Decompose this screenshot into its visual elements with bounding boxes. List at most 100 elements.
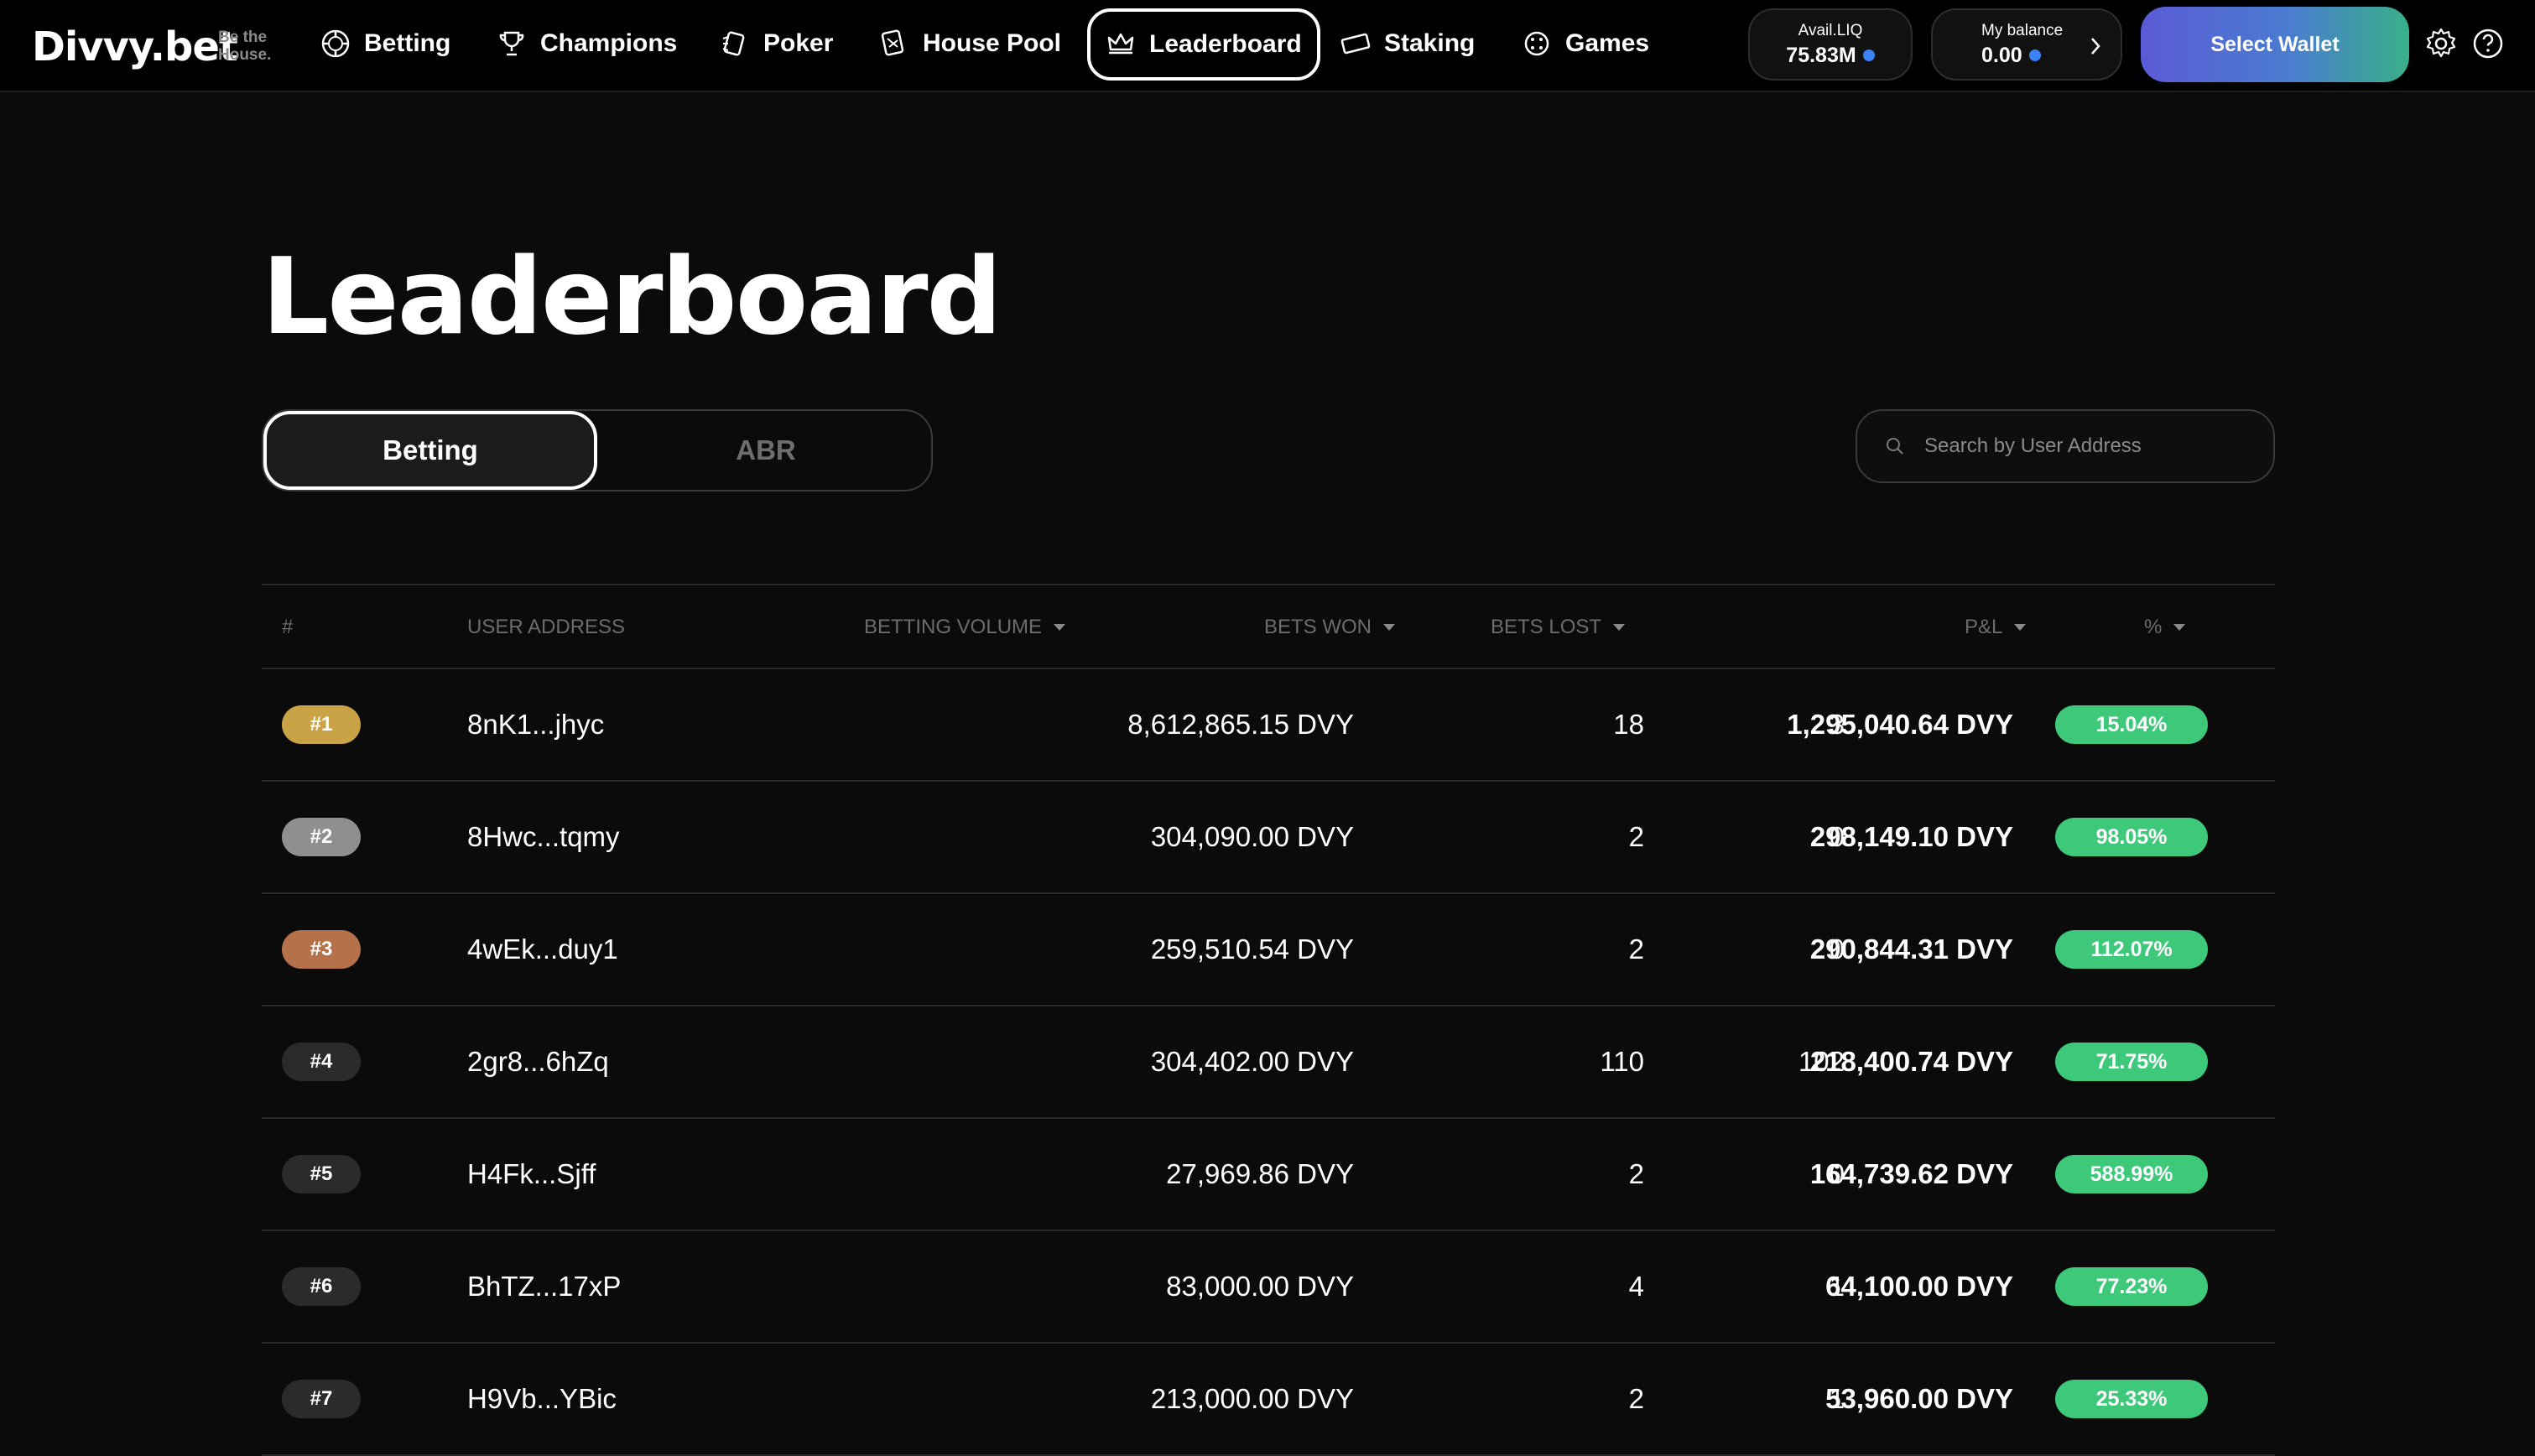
- col-betting-volume-label: BETTING VOLUME: [864, 616, 1043, 638]
- table-row[interactable]: #5 H4Fk...Sjff 27,969.86 DVY 2 0 164,739…: [262, 1119, 2275, 1231]
- balance-amount: 0.00: [1981, 43, 2022, 67]
- pct-badge: 98.05%: [2055, 818, 2208, 856]
- user-address[interactable]: H4Fk...Sjff: [467, 1119, 596, 1230]
- rank-badge: #7: [282, 1380, 361, 1418]
- user-address[interactable]: 8Hwc...tqmy: [467, 782, 620, 892]
- user-address[interactable]: 8nK1...jhyc: [467, 669, 604, 780]
- leaderboard-tabs: Betting ABR: [262, 409, 933, 491]
- bets-won: 2: [1628, 821, 1644, 852]
- search-icon: [1887, 438, 1903, 455]
- rank-badge: #3: [282, 930, 361, 969]
- avail-liq-pill[interactable]: Avail.LIQ 75.83M: [1748, 8, 1913, 81]
- page-title: Leaderboard: [262, 235, 1002, 358]
- betting-volume: 259,510.54 DVY: [1150, 933, 1354, 965]
- pct-badge: 25.33%: [2055, 1380, 2208, 1418]
- leaderboard-table: # USER ADDRESS BETTING VOLUME BETS WON B…: [262, 584, 2275, 1456]
- nav-item-champions[interactable]: Champions: [497, 20, 677, 67]
- table-row[interactable]: #1 8nK1...jhyc 8,612,865.15 DVY 18 3 1,2…: [262, 669, 2275, 782]
- nav-item-label: Champions: [540, 29, 678, 57]
- betting-volume: 83,000.00 DVY: [1166, 1271, 1354, 1302]
- pnl-value: 64,100.00 DVY: [1825, 1271, 2013, 1302]
- chevron-right-icon: [2091, 38, 2100, 55]
- bets-won: 110: [1600, 1046, 1644, 1077]
- bets-won: 2: [1628, 933, 1644, 965]
- col-pnl-label: P&L: [1965, 616, 2003, 638]
- pnl-value: 290,844.31 DVY: [1809, 933, 2013, 965]
- betting-chip-icon: [321, 29, 350, 58]
- nav-item-betting[interactable]: Betting: [320, 20, 450, 67]
- balance-value: 0.00: [1981, 44, 2041, 68]
- bets-won: 4: [1628, 1271, 1644, 1302]
- rank-badge: #4: [282, 1043, 361, 1081]
- table-header: # USER ADDRESS BETTING VOLUME BETS WON B…: [262, 585, 2275, 669]
- sort-caret-icon: [1383, 624, 1396, 631]
- nav-item-label: Betting: [364, 29, 451, 57]
- staking-ticket-icon: [1340, 33, 1371, 55]
- col-bets-lost-label: BETS LOST: [1491, 616, 1602, 638]
- nav-item-staking[interactable]: Staking: [1340, 20, 1475, 67]
- sort-caret-icon: [1613, 624, 1626, 631]
- pnl-value: 298,149.10 DVY: [1809, 821, 2013, 852]
- table-row[interactable]: #6 BhTZ...17xP 83,000.00 DVY 4 1 64,100.…: [262, 1231, 2275, 1344]
- betting-volume: 304,402.00 DVY: [1150, 1046, 1354, 1077]
- col-bets-won[interactable]: BETS WON: [1264, 616, 1396, 639]
- rank-badge: #6: [282, 1267, 361, 1306]
- pct-badge: 588.99%: [2055, 1155, 2208, 1193]
- nav-item-label: Staking: [1384, 29, 1476, 57]
- bets-won: 2: [1628, 1383, 1644, 1414]
- gear-icon[interactable]: [2424, 27, 2458, 60]
- col-betting-volume[interactable]: BETTING VOLUME: [864, 616, 1066, 639]
- user-address[interactable]: 4wEk...duy1: [467, 894, 618, 1005]
- avail-liq-label: Avail.LIQ: [1798, 21, 1863, 39]
- bets-won: 18: [1613, 709, 1644, 740]
- nav-item-label: Games: [1565, 29, 1650, 57]
- nav-item-label: House Pool: [923, 29, 1062, 57]
- pnl-value: 53,960.00 DVY: [1825, 1383, 2013, 1414]
- pct-badge: 15.04%: [2055, 705, 2208, 744]
- poker-cards-icon: [722, 31, 745, 56]
- select-wallet-button[interactable]: Select Wallet: [2141, 7, 2409, 82]
- balance-pill[interactable]: My balance 0.00: [1931, 8, 2122, 81]
- brand-logo[interactable]: Divvy.bet: [32, 23, 238, 70]
- user-address[interactable]: 2gr8...6hZq: [467, 1006, 609, 1117]
- nav-item-poker[interactable]: Poker: [720, 20, 833, 67]
- col-bets-won-label: BETS WON: [1264, 616, 1372, 638]
- rank-badge: #1: [282, 705, 361, 744]
- help-icon[interactable]: [2471, 27, 2505, 60]
- house-pool-icon: [881, 29, 904, 56]
- rank-badge: #5: [282, 1155, 361, 1193]
- user-address[interactable]: H9Vb...YBic: [467, 1344, 617, 1454]
- nav-item-leaderboard[interactable]: Leaderboard: [1087, 8, 1320, 81]
- search-input[interactable]: [1924, 434, 2243, 458]
- bets-won: 2: [1628, 1158, 1644, 1189]
- betting-volume: 304,090.00 DVY: [1150, 821, 1354, 852]
- col-pct[interactable]: %: [2144, 616, 2186, 639]
- col-pnl[interactable]: P&L: [1965, 616, 2027, 639]
- balance-label: My balance: [1981, 21, 2064, 39]
- brand-tagline: Be the House.: [218, 29, 272, 64]
- nav-item-house-pool[interactable]: House Pool: [879, 20, 1061, 67]
- search-container: [1856, 409, 2275, 483]
- table-row[interactable]: #4 2gr8...6hZq 304,402.00 DVY 110 102 21…: [262, 1006, 2275, 1119]
- table-row[interactable]: #3 4wEk...duy1 259,510.54 DVY 2 0 290,84…: [262, 894, 2275, 1006]
- betting-volume: 8,612,865.15 DVY: [1127, 709, 1354, 740]
- sort-caret-icon: [1054, 624, 1066, 631]
- sort-caret-icon: [2014, 624, 2027, 631]
- betting-volume: 27,969.86 DVY: [1166, 1158, 1354, 1189]
- avail-liq-amount: 75.83M: [1786, 43, 1856, 67]
- pct-badge: 71.75%: [2055, 1043, 2208, 1081]
- col-bets-lost[interactable]: BETS LOST: [1491, 616, 1626, 639]
- table-row[interactable]: #2 8Hwc...tqmy 304,090.00 DVY 2 0 298,14…: [262, 782, 2275, 894]
- user-address[interactable]: BhTZ...17xP: [467, 1231, 621, 1342]
- pnl-value: 164,739.62 DVY: [1809, 1158, 2013, 1189]
- col-user-address: USER ADDRESS: [467, 616, 626, 638]
- pnl-value: 1,295,040.64 DVY: [1787, 709, 2013, 740]
- nav-item-label: Poker: [763, 29, 834, 57]
- top-navbar: Divvy.bet Be the House. Betting Champion…: [0, 0, 2535, 92]
- tab-abr[interactable]: ABR: [599, 411, 933, 490]
- col-pct-label: %: [2144, 616, 2163, 638]
- nav-item-games[interactable]: Games: [1522, 20, 1649, 67]
- trophy-icon: [499, 31, 524, 56]
- tab-betting[interactable]: Betting: [263, 411, 597, 490]
- games-dice-icon: [1524, 31, 1549, 56]
